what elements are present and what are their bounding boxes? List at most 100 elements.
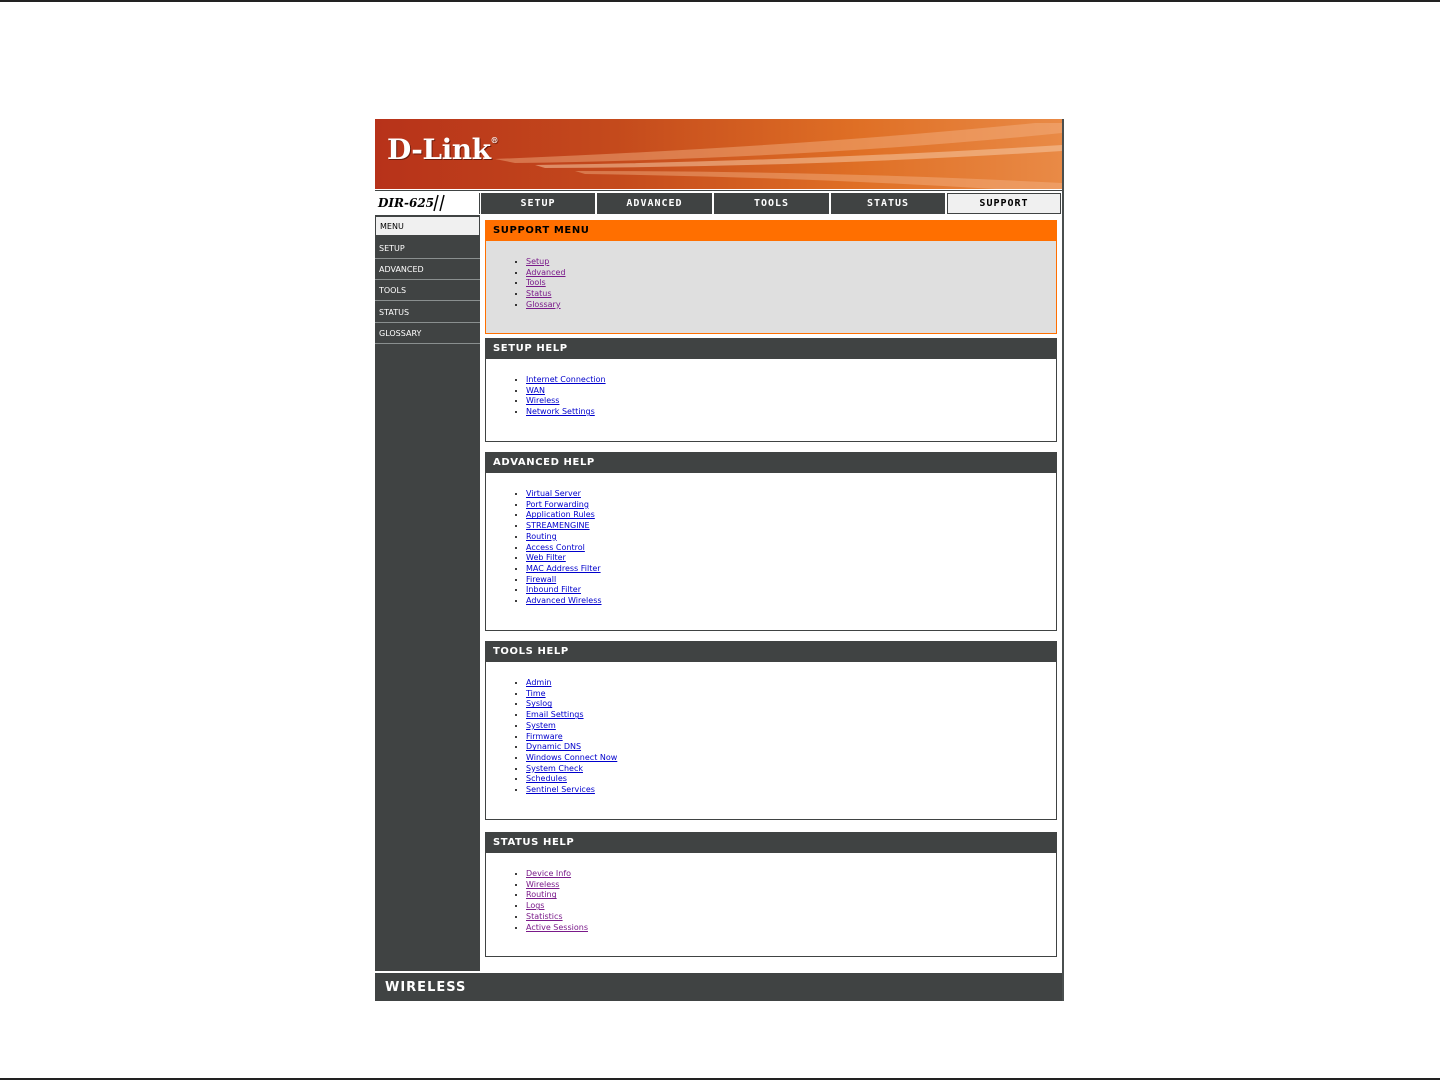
left-sidebar: MENU SETUP ADVANCED TOOLS STATUS GLOSSAR… <box>375 215 480 971</box>
tab-setup[interactable]: SETUP <box>481 193 595 214</box>
panel-title: ADVANCED HELP <box>486 453 1056 473</box>
link-advanced-wireless[interactable]: Advanced Wireless <box>526 596 602 605</box>
tab-advanced[interactable]: ADVANCED <box>597 193 712 214</box>
list-item: Syslog <box>526 699 1056 710</box>
router-admin-frame: D-Link® DIR-625 SETUP ADVANCED TOOLS STA… <box>375 119 1064 1001</box>
status-help-panel: STATUS HELP Device Info Wireless Routing… <box>485 832 1057 957</box>
list-item: Setup <box>526 257 1056 268</box>
link-wan[interactable]: WAN <box>526 386 545 395</box>
model-badge: DIR-625 <box>375 193 480 214</box>
link-time[interactable]: Time <box>526 689 546 698</box>
link-list: Setup Advanced Tools Status Glossary <box>486 257 1056 311</box>
sidebar-item-glossary[interactable]: GLOSSARY <box>375 324 480 344</box>
link-status[interactable]: Status <box>526 289 552 298</box>
link-system[interactable]: System <box>526 721 556 730</box>
list-item: WAN <box>526 386 1056 397</box>
link-system-check[interactable]: System Check <box>526 764 583 773</box>
list-item: Inbound Filter <box>526 585 1056 596</box>
link-mac-address-filter[interactable]: MAC Address Filter <box>526 564 601 573</box>
link-application-rules[interactable]: Application Rules <box>526 510 595 519</box>
list-item: Firewall <box>526 575 1056 586</box>
list-item: Email Settings <box>526 710 1056 721</box>
list-item: Internet Connection <box>526 375 1056 386</box>
list-item: STREAMENGINE <box>526 521 1056 532</box>
link-web-filter[interactable]: Web Filter <box>526 553 566 562</box>
panel-title: STATUS HELP <box>486 833 1056 853</box>
link-device-info[interactable]: Device Info <box>526 869 571 878</box>
tab-tools[interactable]: TOOLS <box>714 193 829 214</box>
link-setup[interactable]: Setup <box>526 257 549 266</box>
list-item: Windows Connect Now <box>526 753 1056 764</box>
link-virtual-server[interactable]: Virtual Server <box>526 489 581 498</box>
link-windows-connect-now[interactable]: Windows Connect Now <box>526 753 617 762</box>
link-tools[interactable]: Tools <box>526 278 546 287</box>
link-schedules[interactable]: Schedules <box>526 774 567 783</box>
page-top-rule <box>0 0 1440 2</box>
sidebar-item-advanced[interactable]: ADVANCED <box>375 260 480 280</box>
list-item: Tools <box>526 278 1056 289</box>
link-wireless[interactable]: Wireless <box>526 396 559 405</box>
link-glossary[interactable]: Glossary <box>526 300 561 309</box>
link-internet-connection[interactable]: Internet Connection <box>526 375 606 384</box>
list-item: MAC Address Filter <box>526 564 1056 575</box>
list-item: Active Sessions <box>526 923 1056 934</box>
list-item: Advanced <box>526 268 1056 279</box>
link-list: Internet Connection WAN Wireless Network… <box>486 375 1056 418</box>
list-item: Sentinel Services <box>526 785 1056 796</box>
model-label: DIR-625 <box>378 196 435 210</box>
link-active-sessions[interactable]: Active Sessions <box>526 923 588 932</box>
advanced-help-panel: ADVANCED HELP Virtual Server Port Forwar… <box>485 452 1057 631</box>
list-item: Port Forwarding <box>526 500 1056 511</box>
list-item: Schedules <box>526 774 1056 785</box>
list-item: Wireless <box>526 880 1056 891</box>
support-menu-panel: SUPPORT MENU Setup Advanced Tools Status… <box>485 220 1057 334</box>
list-item: Wireless <box>526 396 1056 407</box>
list-item: Time <box>526 689 1056 700</box>
top-navigation: DIR-625 SETUP ADVANCED TOOLS STATUS SUPP… <box>375 190 1062 217</box>
list-item: Virtual Server <box>526 489 1056 500</box>
panel-title: TOOLS HELP <box>486 642 1056 662</box>
link-inbound-filter[interactable]: Inbound Filter <box>526 585 581 594</box>
panel-title: SETUP HELP <box>486 339 1056 359</box>
link-firmware[interactable]: Firmware <box>526 732 563 741</box>
list-item: Access Control <box>526 543 1056 554</box>
footer-bar: WIRELESS <box>375 973 1062 1001</box>
link-syslog[interactable]: Syslog <box>526 699 552 708</box>
sidebar-item-status[interactable]: STATUS <box>375 303 480 323</box>
list-item: Admin <box>526 678 1056 689</box>
sidebar-item-menu[interactable]: MENU <box>375 216 480 236</box>
link-logs[interactable]: Logs <box>526 901 544 910</box>
link-admin[interactable]: Admin <box>526 678 552 687</box>
link-firewall[interactable]: Firewall <box>526 575 556 584</box>
link-network-settings[interactable]: Network Settings <box>526 407 595 416</box>
footer-wireless-label: WIRELESS <box>385 980 467 995</box>
link-access-control[interactable]: Access Control <box>526 543 585 552</box>
link-statistics[interactable]: Statistics <box>526 912 563 921</box>
tab-support[interactable]: SUPPORT <box>947 193 1061 214</box>
sidebar-item-setup[interactable]: SETUP <box>375 239 480 259</box>
link-sentinel-services[interactable]: Sentinel Services <box>526 785 595 794</box>
link-list: Virtual Server Port Forwarding Applicati… <box>486 489 1056 607</box>
link-email-settings[interactable]: Email Settings <box>526 710 584 719</box>
list-item: System <box>526 721 1056 732</box>
list-item: Network Settings <box>526 407 1056 418</box>
list-item: Application Rules <box>526 510 1056 521</box>
list-item: System Check <box>526 764 1056 775</box>
link-list: Admin Time Syslog Email Settings System … <box>486 678 1056 796</box>
header-banner: D-Link® <box>375 119 1062 189</box>
link-routing-status[interactable]: Routing <box>526 890 557 899</box>
link-advanced[interactable]: Advanced <box>526 268 566 277</box>
list-item: Glossary <box>526 300 1056 311</box>
link-routing[interactable]: Routing <box>526 532 557 541</box>
list-item: Routing <box>526 532 1056 543</box>
tab-status[interactable]: STATUS <box>831 193 945 214</box>
list-item: Routing <box>526 890 1056 901</box>
link-port-forwarding[interactable]: Port Forwarding <box>526 500 589 509</box>
link-wireless-status[interactable]: Wireless <box>526 880 559 889</box>
link-dynamic-dns[interactable]: Dynamic DNS <box>526 742 581 751</box>
link-streamengine[interactable]: STREAMENGINE <box>526 521 590 530</box>
link-list: Device Info Wireless Routing Logs Statis… <box>486 869 1056 933</box>
list-item: Web Filter <box>526 553 1056 564</box>
sidebar-item-tools[interactable]: TOOLS <box>375 281 480 301</box>
main-content: SUPPORT MENU Setup Advanced Tools Status… <box>480 215 1062 971</box>
